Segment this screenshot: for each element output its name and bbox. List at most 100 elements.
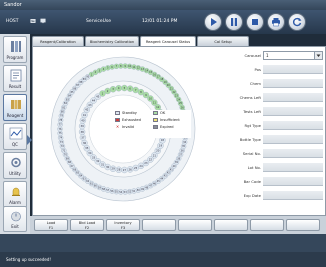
outer-slot-label: 57 [106, 189, 110, 192]
sidebar-item-alarm[interactable]: Alarm [3, 181, 27, 208]
ok-swatch [153, 111, 158, 115]
function-button-4[interactable] [142, 219, 176, 231]
inner-slot-label: 27 [123, 168, 127, 172]
bkd-load-button[interactable]: Bkd Load F2 [70, 219, 104, 231]
tab-reagent-calibration[interactable]: Reagent/Calibration [32, 36, 84, 46]
function-button-6[interactable] [214, 219, 248, 231]
bar-code-label: Bar Code [243, 179, 261, 184]
inner-slot-label: 36 [83, 141, 87, 145]
outer-slot-label: 90 [86, 76, 90, 79]
outer-slot-label: 70 [64, 153, 68, 156]
outer-slot-label: 35 [182, 145, 186, 148]
inner-slot-label: 22 [149, 157, 153, 161]
tab-cal-setup[interactable]: Cal Setup [197, 36, 249, 46]
alarm-bell-icon [9, 185, 23, 198]
sidebar-item-exit[interactable]: Exit [3, 206, 27, 232]
inventory-button-key: F3 [120, 225, 126, 230]
tab-biochemistry-calibration[interactable]: Biochemistry Calibration [85, 36, 139, 46]
outer-slot-label: 36 [181, 149, 185, 152]
outer-slot-label: 87 [76, 84, 80, 87]
serial-no-label: Serial No. [242, 151, 261, 156]
title-bar: Sandor [0, 0, 326, 10]
keyboard-icon[interactable] [30, 18, 36, 24]
rgt-type-value [263, 121, 323, 130]
inner-slot-label: 40 [81, 118, 85, 122]
status-message: Setting up succeeded! [6, 257, 52, 262]
sidebar-item-reagent[interactable]: Reagent [3, 94, 27, 121]
monitor-icon[interactable] [40, 18, 46, 24]
sidebar-item-qc[interactable]: QC [3, 123, 27, 150]
serial-no-row: Serial No. [219, 149, 325, 159]
chems-left-value [263, 93, 323, 102]
sidebar: Program Result Reagent QC Utility Alarm … [0, 34, 32, 234]
outer-slot-label: 86 [73, 87, 77, 90]
tab-bar: Reagent/Calibration Biochemistry Calibra… [32, 36, 326, 46]
legend-invalid-label: Invalid [122, 125, 134, 129]
sidebar-item-label: Utility [9, 171, 21, 176]
inner-slot-label: 34 [88, 151, 92, 155]
inner-slot-label: 18 [161, 138, 165, 142]
chem-value [263, 79, 323, 88]
function-button-8[interactable] [286, 219, 320, 231]
load-button[interactable]: Load F1 [34, 219, 68, 231]
outer-slot-label: 26 [181, 106, 185, 109]
inner-slot-label: 28 [117, 168, 121, 172]
legend-exhausted: Exhausted [115, 117, 141, 123]
outer-slot-label: 76 [58, 128, 62, 131]
outer-slot-label: 51 [132, 190, 136, 193]
lot-no-row: Lot No. [219, 163, 325, 173]
outer-slot-label: 67 [71, 165, 75, 168]
outer-slot-label: 77 [59, 123, 63, 126]
tab-reagent-carousel-status[interactable]: Reagent Carousel Status [140, 36, 196, 46]
function-button-5[interactable] [178, 219, 212, 231]
carousel-label: Carousel [244, 53, 261, 58]
outer-slot-label: 79 [60, 115, 64, 118]
bkd-load-button-key: F2 [84, 225, 90, 230]
outer-slot-label: 68 [68, 161, 72, 164]
outer-slot-label: 63 [83, 177, 87, 180]
inner-slot-label: 25 [134, 166, 138, 170]
sidebar-item-utility[interactable]: Utility [3, 152, 27, 179]
stop-icon [252, 19, 258, 25]
inner-slot-label: 42 [85, 108, 89, 112]
pause-button[interactable] [225, 13, 243, 31]
inner-slot-label: 20 [156, 149, 160, 153]
bottle-type-row: Bottle Type [219, 135, 325, 145]
outer-slot-label: 66 [73, 168, 77, 171]
stop-button[interactable] [246, 13, 264, 31]
outer-slot-label: 81 [62, 106, 66, 109]
pos-label: Pos [254, 67, 261, 72]
outer-slot-label: 72 [61, 145, 65, 148]
print-button[interactable] [267, 13, 285, 31]
outer-slot-label: 42 [167, 172, 171, 175]
refresh-button[interactable] [288, 13, 306, 31]
printer-icon [272, 18, 280, 27]
inventory-button[interactable]: Inventory F3 [106, 219, 140, 231]
carousel-row: Carousel 1 [219, 51, 325, 61]
outer-slot-label: 80 [61, 110, 65, 113]
play-icon [211, 18, 217, 26]
chevron-down-icon[interactable] [314, 52, 322, 59]
sidebar-item-program[interactable]: Program [3, 36, 27, 63]
host-name: HOST [6, 19, 19, 24]
outer-slot-label: 73 [60, 141, 64, 144]
outer-slot-label: 83 [66, 98, 70, 101]
legend-standby: Standby [115, 110, 137, 116]
inner-slot-label: 29 [111, 167, 115, 171]
legend-insufficient: Insufficient [153, 117, 180, 123]
reagent-icon [9, 98, 23, 111]
chem-row: Chem [219, 79, 325, 89]
sidebar-item-label: Alarm [9, 200, 21, 205]
carousel-select[interactable]: 1 [263, 51, 323, 60]
legend-expired: Expired [153, 124, 174, 130]
inner-slot-label: 44 [92, 98, 96, 102]
sidebar-item-result[interactable]: Result [3, 65, 27, 92]
outer-slot-label: 47 [149, 184, 153, 187]
outer-slot-label: 46 [153, 182, 157, 185]
outer-slot-label: 78 [59, 119, 63, 122]
insufficient-swatch [153, 118, 158, 122]
function-button-7[interactable] [250, 219, 284, 231]
exit-icon [9, 210, 23, 223]
invalid-x-icon: ✕ [115, 124, 120, 129]
run-button[interactable] [204, 13, 222, 31]
